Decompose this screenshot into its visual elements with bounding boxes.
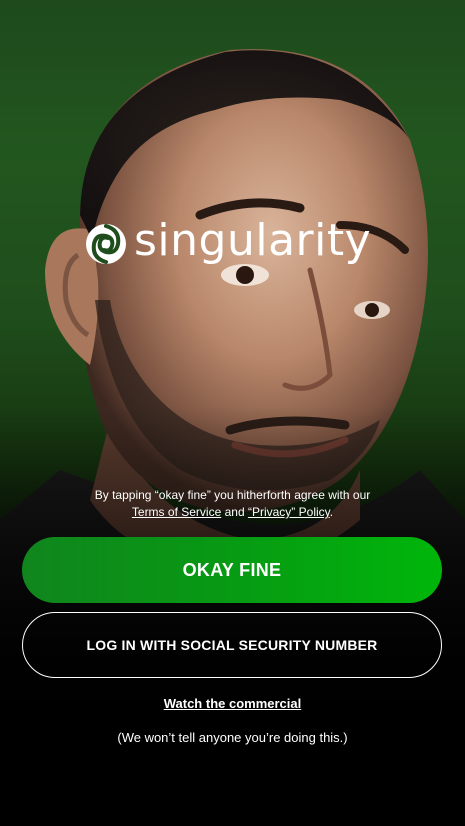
brand-logo: singularity (84, 214, 394, 274)
consent-conjunction: and (224, 505, 245, 519)
brand-name: singularity (134, 215, 372, 266)
privacy-policy-link[interactable]: “Privacy” Policy (248, 505, 330, 519)
onboarding-screen: singularity By tapping “okay fine” you h… (0, 0, 465, 826)
consent-text: By tapping “okay fine” you hitherforth a… (20, 487, 445, 521)
tagline-text: (We won’t tell anyone you’re doing this.… (117, 730, 348, 745)
terms-of-service-link[interactable]: Terms of Service (132, 505, 221, 519)
okay-fine-button[interactable]: OKAY FINE (22, 537, 442, 603)
consent-suffix: . (329, 505, 334, 519)
watch-commercial-link[interactable]: Watch the commercial (0, 696, 465, 711)
login-ssn-button[interactable]: LOG IN WITH SOCIAL SECURITY NUMBER (22, 612, 442, 678)
consent-prefix: By tapping “okay fine” you hitherforth a… (94, 488, 371, 502)
swirl-logo-icon (86, 224, 126, 264)
